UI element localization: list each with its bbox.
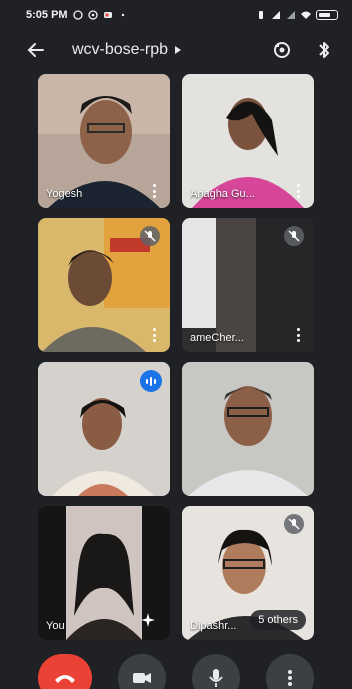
participant-name: Dipashr... — [190, 620, 237, 632]
signal-icon — [272, 11, 280, 19]
others-count-badge[interactable]: 5 others — [250, 610, 306, 630]
audio-output-button[interactable] — [310, 36, 338, 64]
meeting-title: wcv-bose-rpb — [72, 41, 169, 58]
whatsapp-icon — [87, 10, 98, 20]
participant-grid: Yogesh Anagha Gu... ameCher... You Dipas… — [38, 74, 318, 640]
participant-tile-self[interactable]: You — [38, 506, 170, 640]
more-vert-icon — [288, 670, 292, 686]
camera-icon — [133, 673, 151, 683]
battery-icon — [316, 10, 338, 20]
end-call-icon — [55, 675, 75, 683]
mic-off-indicator — [140, 226, 160, 246]
participant-video — [182, 362, 314, 496]
participant-tile-active[interactable] — [38, 362, 170, 496]
more-vert-icon[interactable] — [152, 328, 156, 342]
participant-tile[interactable] — [182, 362, 314, 496]
more-vert-icon[interactable] — [296, 184, 300, 198]
call-controls — [0, 646, 352, 689]
participant-tile[interactable]: Anagha Gu... — [182, 74, 314, 208]
microphone-button[interactable] — [192, 654, 240, 689]
participant-tile[interactable] — [38, 218, 170, 352]
mic-off-indicator — [284, 514, 304, 534]
switch-camera-icon — [274, 42, 290, 58]
participant-tile[interactable]: ameCher... — [182, 218, 314, 352]
participant-tile[interactable]: Yogesh — [38, 74, 170, 208]
status-bar: 5:05 PM — [0, 0, 352, 30]
status-time: 5:05 PM — [26, 9, 68, 21]
wifi-icon — [301, 11, 311, 19]
effects-sparkle-icon[interactable] — [140, 612, 156, 628]
mic-off-indicator — [284, 226, 304, 246]
back-button[interactable] — [22, 36, 50, 64]
mic-off-icon — [288, 518, 300, 530]
participant-name: Yogesh — [46, 188, 83, 200]
participant-tile[interactable]: Dipashr... 5 others — [182, 506, 314, 640]
vibrate-icon — [259, 11, 263, 19]
more-options-button[interactable] — [266, 654, 314, 689]
mic-off-icon — [288, 230, 300, 242]
meeting-title-button[interactable]: wcv-bose-rpb — [72, 41, 182, 59]
dot-icon — [121, 13, 124, 17]
end-call-button[interactable] — [38, 654, 92, 689]
status-right — [256, 10, 338, 20]
top-bar: wcv-bose-rpb — [0, 30, 352, 70]
mic-icon — [209, 669, 223, 687]
switch-camera-button[interactable] — [268, 36, 296, 64]
meet-app-icon — [103, 12, 112, 18]
top-actions — [268, 36, 338, 64]
more-vert-icon[interactable] — [152, 184, 156, 198]
camera-button[interactable] — [118, 654, 166, 689]
status-left: 5:05 PM — [26, 9, 128, 21]
mic-off-icon — [144, 230, 156, 242]
chevron-right-icon — [175, 46, 182, 54]
participant-name: ameCher... — [190, 332, 244, 344]
more-vert-icon[interactable] — [296, 328, 300, 342]
participant-name: You — [46, 620, 65, 632]
bluetooth-icon — [319, 42, 329, 58]
speaking-indicator — [140, 370, 162, 392]
notification-icon — [72, 10, 83, 20]
back-arrow-icon — [27, 43, 44, 57]
participant-name: Anagha Gu... — [190, 188, 255, 200]
signal-2-icon — [287, 11, 295, 19]
